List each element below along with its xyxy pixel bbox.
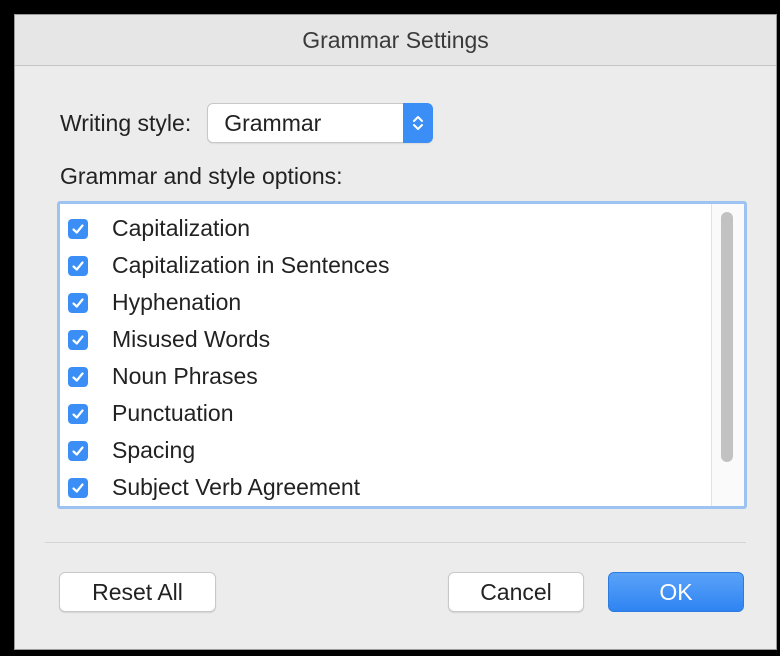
- option-item-capitalization[interactable]: Capitalization: [68, 210, 389, 247]
- checkmark-icon: [72, 223, 84, 234]
- checkmark-icon: [72, 482, 84, 493]
- option-label: Hyphenation: [112, 289, 242, 315]
- options-items: Capitalization Capitalization in Sentenc…: [68, 210, 389, 506]
- reset-all-button[interactable]: Reset All: [59, 572, 216, 612]
- options-list[interactable]: Capitalization Capitalization in Sentenc…: [57, 201, 747, 509]
- checkbox[interactable]: [68, 292, 88, 313]
- checkbox[interactable]: [68, 255, 88, 276]
- option-item-capitalization-in-sentences[interactable]: Capitalization in Sentences: [68, 247, 389, 284]
- checkmark-icon: [72, 260, 84, 271]
- option-label: Misused Words: [112, 326, 271, 352]
- checkmark-icon: [72, 408, 84, 419]
- writing-style-select[interactable]: Grammar: [207, 103, 434, 143]
- checkmark-icon: [72, 334, 84, 345]
- title-bar: Grammar Settings: [15, 15, 776, 66]
- writing-style-row: Writing style: Grammar: [60, 103, 434, 143]
- divider: [45, 542, 746, 543]
- option-item-misused-words[interactable]: Misused Words: [68, 321, 389, 358]
- checkbox[interactable]: [68, 329, 88, 350]
- checkbox[interactable]: [68, 477, 88, 498]
- writing-style-value: Grammar: [224, 109, 322, 136]
- option-label: Spacing: [112, 437, 196, 463]
- option-label: Subject Verb Agreement: [112, 474, 361, 500]
- cancel-button[interactable]: Cancel: [448, 572, 584, 612]
- option-label: Noun Phrases: [112, 363, 258, 389]
- option-item-noun-phrases[interactable]: Noun Phrases: [68, 358, 389, 395]
- checkbox[interactable]: [68, 218, 88, 239]
- grammar-settings-dialog: Grammar Settings Writing style: Grammar …: [14, 14, 777, 650]
- select-stepper-button[interactable]: [403, 103, 434, 143]
- option-item-subject-verb-agreement[interactable]: Subject Verb Agreement: [68, 469, 389, 506]
- scrollbar-thumb[interactable]: [721, 212, 733, 462]
- options-label: Grammar and style options:: [60, 163, 343, 189]
- scrollbar-track[interactable]: [711, 204, 744, 506]
- chevron-up-down-icon: [413, 116, 424, 130]
- checkmark-icon: [72, 371, 84, 382]
- option-item-spacing[interactable]: Spacing: [68, 432, 389, 469]
- checkmark-icon: [72, 445, 84, 456]
- checkmark-icon: [72, 297, 84, 308]
- writing-style-label: Writing style:: [60, 109, 192, 136]
- dialog-title: Grammar Settings: [302, 26, 489, 53]
- ok-button[interactable]: OK: [608, 572, 744, 612]
- option-item-hyphenation[interactable]: Hyphenation: [68, 284, 389, 321]
- checkbox[interactable]: [68, 440, 88, 461]
- checkbox[interactable]: [68, 403, 88, 424]
- option-label: Punctuation: [112, 400, 234, 426]
- option-label: Capitalization in Sentences: [112, 252, 390, 278]
- option-item-punctuation[interactable]: Punctuation: [68, 395, 389, 432]
- checkbox[interactable]: [68, 366, 88, 387]
- option-label: Capitalization: [112, 215, 251, 241]
